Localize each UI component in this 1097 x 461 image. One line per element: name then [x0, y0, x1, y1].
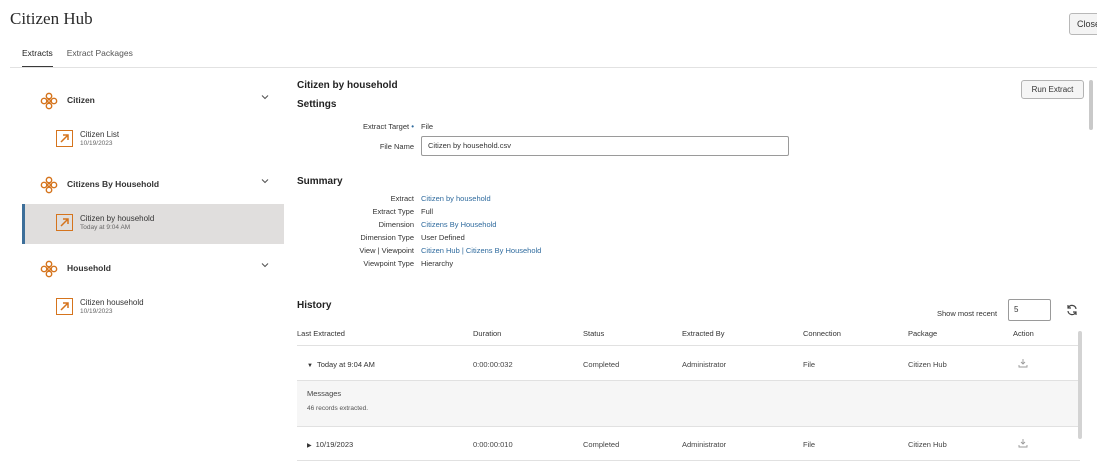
- status-value: Completed: [583, 360, 620, 369]
- sidebar-item-name: Citizen household: [80, 298, 144, 307]
- settings-heading: Settings: [297, 99, 337, 110]
- tab-bar: Extracts Extract Packages: [22, 46, 133, 68]
- extract-arrow-icon: [56, 298, 73, 315]
- dimension-flower-icon: [40, 92, 58, 110]
- summary-dimension-link[interactable]: Citizens By Household: [421, 220, 496, 229]
- tab-extracts[interactable]: Extracts: [22, 46, 53, 68]
- chevron-down-icon[interactable]: [260, 92, 270, 102]
- download-icon[interactable]: [1018, 358, 1028, 368]
- col-package[interactable]: Package: [908, 329, 937, 338]
- run-extract-button[interactable]: Run Extract: [1021, 80, 1084, 99]
- col-status[interactable]: Status: [583, 329, 604, 338]
- summary-label: View | Viewpoint: [359, 246, 414, 255]
- last-extracted-value: 10/19/2023: [315, 440, 354, 449]
- summary-label: Dimension Type: [360, 233, 414, 242]
- status-value: Completed: [583, 440, 620, 449]
- chevron-down-icon[interactable]: [260, 176, 270, 186]
- sidebar-item-name: Citizen List: [80, 130, 120, 139]
- show-recent-input[interactable]: 5: [1008, 299, 1051, 321]
- caret-down-icon: ▼: [307, 363, 313, 369]
- sidebar-item-date: 10/19/2023: [80, 140, 113, 147]
- dimension-flower-icon: [40, 176, 58, 194]
- summary-value: Hierarchy: [421, 259, 454, 268]
- main-scrollbar[interactable]: [1089, 80, 1093, 130]
- summary-label: Extract: [390, 194, 414, 203]
- extracted-by-value: Administrator: [682, 360, 727, 369]
- sidebar-group-label: Citizens By Household: [67, 179, 160, 189]
- tab-divider: [10, 67, 1097, 68]
- messages-panel: Messages 46 records extracted.: [297, 381, 1080, 427]
- messages-title: Messages: [307, 389, 342, 398]
- close-button[interactable]: Close: [1069, 13, 1097, 35]
- summary-value: User Defined: [421, 233, 465, 242]
- file-name-input[interactable]: Citizen by household.csv: [421, 136, 789, 156]
- connection-value: File: [803, 440, 816, 449]
- extract-target-value: File: [421, 122, 434, 131]
- summary-label: Viewpoint Type: [363, 259, 414, 268]
- sidebar-group-label: Citizen: [67, 95, 95, 105]
- package-value: Citizen Hub: [908, 440, 947, 449]
- duration-value: 0:00:00:032: [473, 360, 513, 369]
- extracts-sidebar: Citizen Citizen List 10/19/2023 Citizens…: [22, 80, 284, 328]
- extract-target-label: Extract Target •: [362, 122, 414, 131]
- extract-arrow-icon: [56, 130, 73, 147]
- sidebar-group-citizen[interactable]: Citizen: [22, 80, 284, 120]
- sidebar-group-citizens-by-household[interactable]: Citizens By Household: [22, 164, 284, 204]
- tab-extract-packages[interactable]: Extract Packages: [67, 46, 133, 68]
- row-toggle[interactable]: ▼ Today at 9:04 AM: [307, 360, 375, 369]
- package-value: Citizen Hub: [908, 360, 947, 369]
- caret-right-icon: ▶: [307, 443, 312, 449]
- summary-heading: Summary: [297, 176, 343, 187]
- sidebar-item-citizen-household[interactable]: Citizen household 10/19/2023: [22, 288, 284, 328]
- messages-text: 46 records extracted.: [307, 405, 369, 412]
- sidebar-item-date: Today at 9:04 AM: [80, 224, 131, 231]
- table-row[interactable]: ▶ 10/19/2023 0:00:00:010 Completed Admini…: [297, 427, 1080, 461]
- col-duration[interactable]: Duration: [473, 329, 501, 338]
- sidebar-item-name: Citizen by household: [80, 214, 155, 223]
- summary-viewpoint-link[interactable]: Citizen Hub | Citizens By Household: [421, 246, 541, 255]
- summary-label: Extract Type: [372, 207, 414, 216]
- history-header-row: Last Extracted Duration Status Extracted…: [297, 324, 1080, 346]
- sidebar-item-citizen-by-household[interactable]: Citizen by household Today at 9:04 AM: [22, 204, 284, 244]
- connection-value: File: [803, 360, 816, 369]
- extract-arrow-icon: [56, 214, 73, 231]
- extracted-by-value: Administrator: [682, 440, 727, 449]
- download-icon[interactable]: [1018, 438, 1028, 448]
- table-row[interactable]: ▼ Today at 9:04 AM 0:00:00:032 Completed …: [297, 347, 1080, 381]
- summary-label: Dimension: [378, 220, 414, 229]
- col-connection[interactable]: Connection: [803, 329, 841, 338]
- refresh-icon[interactable]: [1066, 304, 1078, 316]
- duration-value: 0:00:00:010: [473, 440, 513, 449]
- sidebar-group-label: Household: [67, 263, 111, 273]
- col-action: Action: [1013, 329, 1034, 338]
- dimension-flower-icon: [40, 260, 58, 278]
- sidebar-group-household[interactable]: Household: [22, 248, 284, 288]
- sidebar-item-citizen-list[interactable]: Citizen List 10/19/2023: [22, 120, 284, 160]
- app-title: Citizen Hub: [10, 9, 93, 28]
- extract-title: Citizen by household: [297, 80, 398, 91]
- required-indicator: •: [411, 122, 414, 131]
- col-last-extracted[interactable]: Last Extracted: [297, 329, 345, 338]
- col-extracted-by[interactable]: Extracted By: [682, 329, 725, 338]
- history-heading: History: [297, 300, 332, 311]
- table-scrollbar[interactable]: [1078, 331, 1082, 439]
- show-recent-label: Show most recent: [937, 309, 998, 318]
- summary-value: Full: [421, 207, 434, 216]
- row-toggle[interactable]: ▶ 10/19/2023: [307, 440, 353, 449]
- sidebar-item-date: 10/19/2023: [80, 308, 113, 315]
- last-extracted-value: Today at 9:04 AM: [316, 360, 375, 369]
- summary-extract-link[interactable]: Citizen by household: [421, 194, 491, 203]
- file-name-label: File Name: [379, 142, 414, 151]
